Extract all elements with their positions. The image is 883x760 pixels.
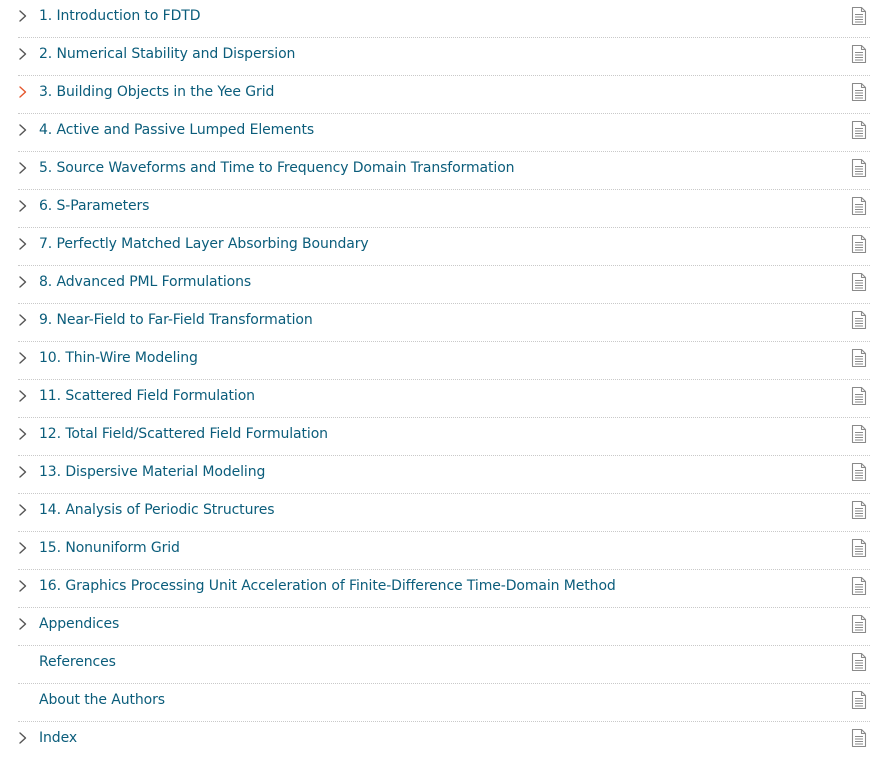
pdf-document-icon[interactable] xyxy=(851,310,867,330)
toc-item-link[interactable]: 15. Nonuniform Grid xyxy=(39,539,180,557)
pdf-document-icon[interactable] xyxy=(851,120,867,140)
chevron-right-icon[interactable] xyxy=(17,160,28,176)
chevron-right-icon[interactable] xyxy=(17,46,28,62)
toc-item-link[interactable]: 14. Analysis of Periodic Structures xyxy=(39,501,275,519)
toc-item-link[interactable]: Index xyxy=(39,729,77,747)
toc-row: Index xyxy=(0,722,883,760)
toc-row: 13. Dispersive Material Modeling xyxy=(0,456,883,494)
chevron-right-icon[interactable] xyxy=(17,8,28,24)
pdf-document-icon[interactable] xyxy=(851,82,867,102)
table-of-contents: 1. Introduction to FDTD 2. Numerical Stab… xyxy=(0,0,883,760)
toc-item-link[interactable]: 3. Building Objects in the Yee Grid xyxy=(39,83,274,101)
toc-item-link[interactable]: 10. Thin-Wire Modeling xyxy=(39,349,198,367)
chevron-right-icon[interactable] xyxy=(17,540,28,556)
toc-row: 7. Perfectly Matched Layer Absorbing Bou… xyxy=(0,228,883,266)
toc-row: About the Authors xyxy=(0,684,883,722)
chevron-right-icon[interactable] xyxy=(17,730,28,746)
pdf-document-icon[interactable] xyxy=(851,6,867,26)
pdf-document-icon[interactable] xyxy=(851,234,867,254)
pdf-document-icon[interactable] xyxy=(851,652,867,672)
chevron-right-icon[interactable] xyxy=(17,350,28,366)
chevron-right-icon[interactable] xyxy=(17,426,28,442)
chevron-right-icon[interactable] xyxy=(17,616,28,632)
toc-row: 6. S-Parameters xyxy=(0,190,883,228)
toc-row: 5. Source Waveforms and Time to Frequenc… xyxy=(0,152,883,190)
chevron-right-icon[interactable] xyxy=(17,274,28,290)
toc-item-link[interactable]: 16. Graphics Processing Unit Acceleratio… xyxy=(39,577,616,595)
toc-item-link[interactable]: 6. S-Parameters xyxy=(39,197,149,215)
toc-row: References xyxy=(0,646,883,684)
pdf-document-icon[interactable] xyxy=(851,348,867,368)
pdf-document-icon[interactable] xyxy=(851,158,867,178)
toc-item-link[interactable]: References xyxy=(39,653,116,671)
toc-item-link[interactable]: 7. Perfectly Matched Layer Absorbing Bou… xyxy=(39,235,369,253)
toc-row: 10. Thin-Wire Modeling xyxy=(0,342,883,380)
toc-row: 2. Numerical Stability and Dispersion xyxy=(0,38,883,76)
toc-row: 12. Total Field/Scattered Field Formulat… xyxy=(0,418,883,456)
toc-row: 8. Advanced PML Formulations xyxy=(0,266,883,304)
toc-row: 1. Introduction to FDTD xyxy=(0,0,883,38)
pdf-document-icon[interactable] xyxy=(851,462,867,482)
toc-row: 9. Near-Field to Far-Field Transformatio… xyxy=(0,304,883,342)
toc-row: 14. Analysis of Periodic Structures xyxy=(0,494,883,532)
toc-item-link[interactable]: Appendices xyxy=(39,615,119,633)
chevron-right-icon[interactable] xyxy=(17,84,28,100)
chevron-right-icon[interactable] xyxy=(17,502,28,518)
chevron-right-icon[interactable] xyxy=(17,236,28,252)
chevron-right-icon[interactable] xyxy=(17,122,28,138)
toc-row: 4. Active and Passive Lumped Elements xyxy=(0,114,883,152)
pdf-document-icon[interactable] xyxy=(851,386,867,406)
pdf-document-icon[interactable] xyxy=(851,728,867,748)
toc-item-link[interactable]: About the Authors xyxy=(39,691,165,709)
toc-item-link[interactable]: 8. Advanced PML Formulations xyxy=(39,273,251,291)
chevron-right-icon[interactable] xyxy=(17,198,28,214)
pdf-document-icon[interactable] xyxy=(851,690,867,710)
pdf-document-icon[interactable] xyxy=(851,424,867,444)
chevron-right-icon[interactable] xyxy=(17,312,28,328)
toc-item-link[interactable]: 5. Source Waveforms and Time to Frequenc… xyxy=(39,159,515,177)
pdf-document-icon[interactable] xyxy=(851,272,867,292)
pdf-document-icon[interactable] xyxy=(851,196,867,216)
pdf-document-icon[interactable] xyxy=(851,500,867,520)
toc-row: 3. Building Objects in the Yee Grid xyxy=(0,76,883,114)
toc-row: Appendices xyxy=(0,608,883,646)
pdf-document-icon[interactable] xyxy=(851,614,867,634)
chevron-right-icon[interactable] xyxy=(17,578,28,594)
pdf-document-icon[interactable] xyxy=(851,44,867,64)
toc-row: 11. Scattered Field Formulation xyxy=(0,380,883,418)
toc-item-link[interactable]: 13. Dispersive Material Modeling xyxy=(39,463,265,481)
toc-item-link[interactable]: 12. Total Field/Scattered Field Formulat… xyxy=(39,425,328,443)
pdf-document-icon[interactable] xyxy=(851,538,867,558)
toc-row: 15. Nonuniform Grid xyxy=(0,532,883,570)
pdf-document-icon[interactable] xyxy=(851,576,867,596)
chevron-right-icon[interactable] xyxy=(17,464,28,480)
toc-item-link[interactable]: 2. Numerical Stability and Dispersion xyxy=(39,45,295,63)
toc-row: 16. Graphics Processing Unit Acceleratio… xyxy=(0,570,883,608)
toc-item-link[interactable]: 1. Introduction to FDTD xyxy=(39,7,201,25)
toc-item-link[interactable]: 4. Active and Passive Lumped Elements xyxy=(39,121,314,139)
toc-item-link[interactable]: 9. Near-Field to Far-Field Transformatio… xyxy=(39,311,313,329)
chevron-right-icon[interactable] xyxy=(17,388,28,404)
toc-item-link[interactable]: 11. Scattered Field Formulation xyxy=(39,387,255,405)
